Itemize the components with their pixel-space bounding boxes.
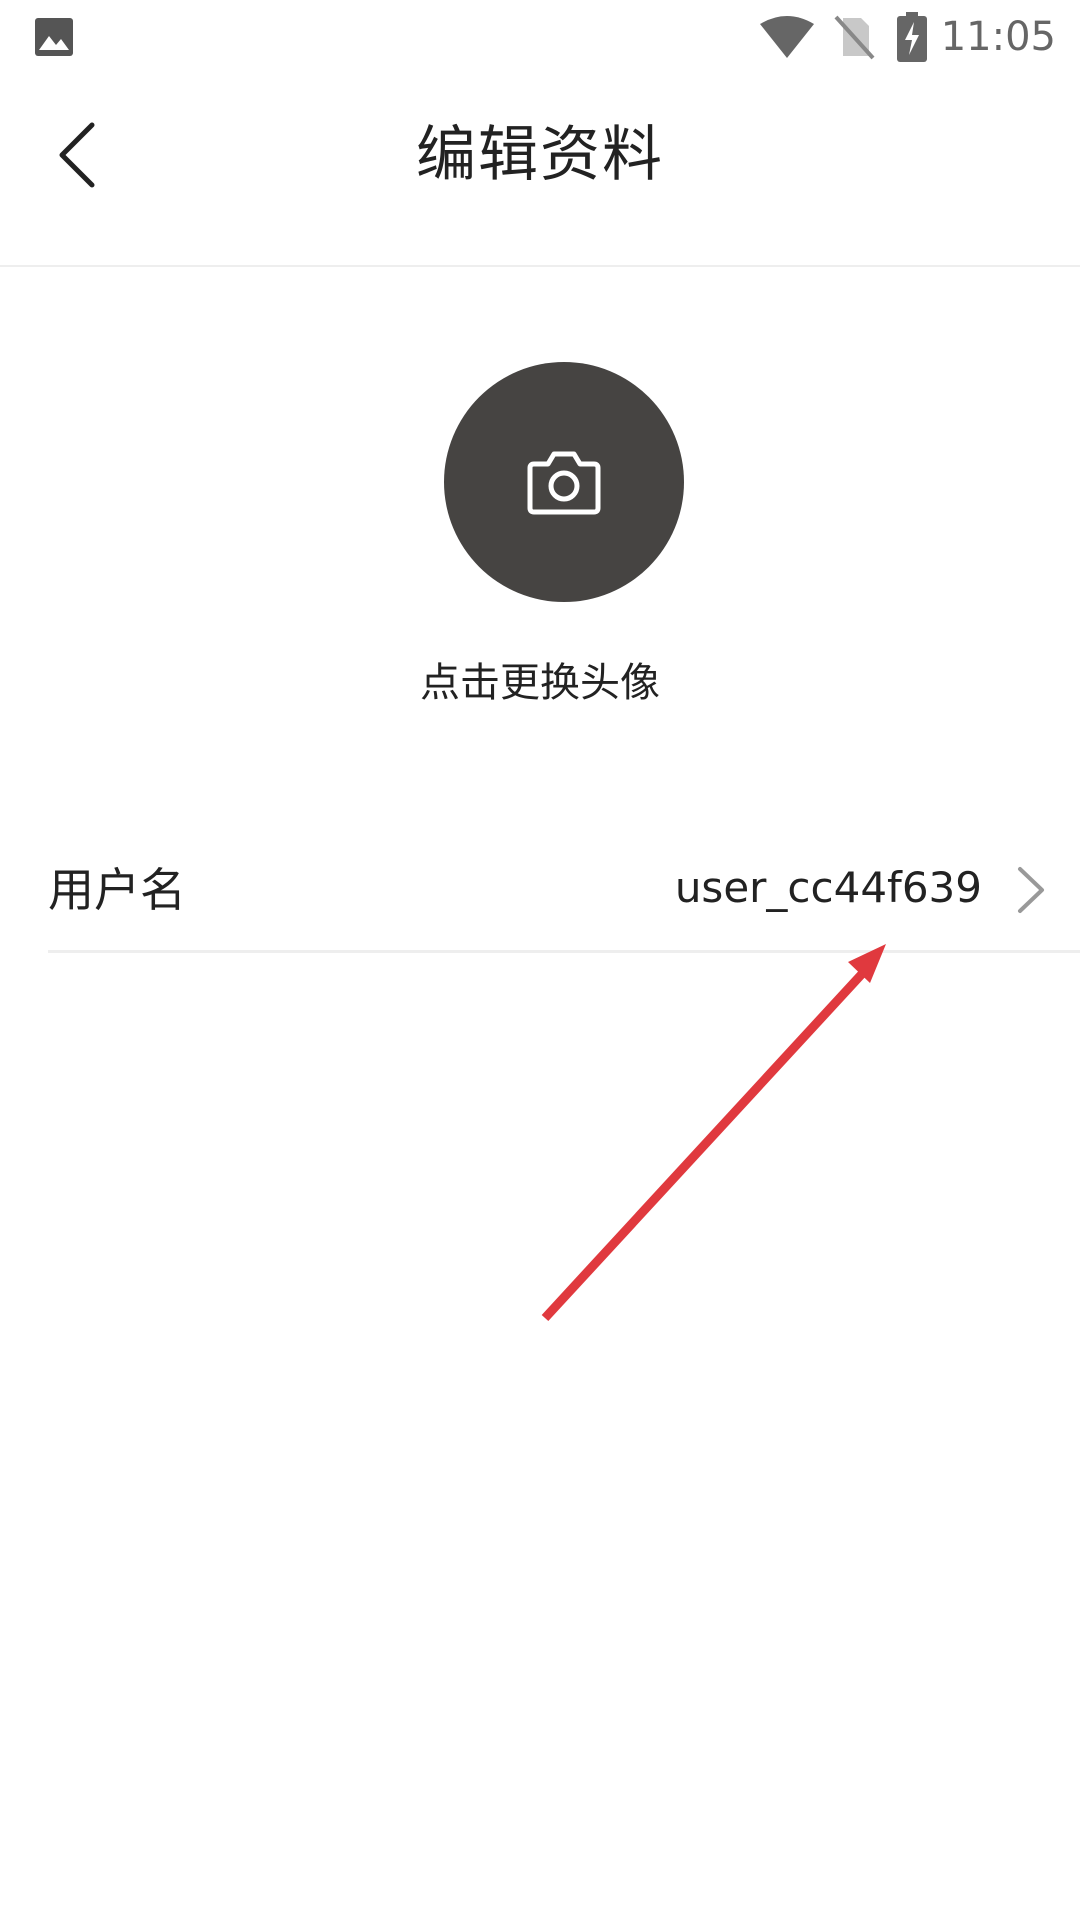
change-avatar-button[interactable] <box>444 362 684 602</box>
app-bar: 编辑资料 <box>0 75 1080 267</box>
username-row[interactable]: 用户名 user_cc44f639 <box>0 830 1080 950</box>
chevron-right-icon <box>1018 867 1044 913</box>
status-time: 11:05 <box>940 14 1056 60</box>
annotation-arrow <box>541 944 886 1322</box>
username-value: user_cc44f639 <box>674 863 982 912</box>
battery-charging-icon <box>897 12 927 62</box>
page-title: 编辑资料 <box>416 120 664 190</box>
camera-icon <box>527 451 601 515</box>
wifi-icon <box>760 16 814 58</box>
status-bar: 11:05 <box>0 0 1080 75</box>
gallery-icon <box>35 18 73 56</box>
row-divider <box>48 950 1080 953</box>
no-sim-icon <box>834 15 875 60</box>
username-label: 用户名 <box>48 863 186 917</box>
change-avatar-hint[interactable]: 点击更换头像 <box>0 655 1080 711</box>
